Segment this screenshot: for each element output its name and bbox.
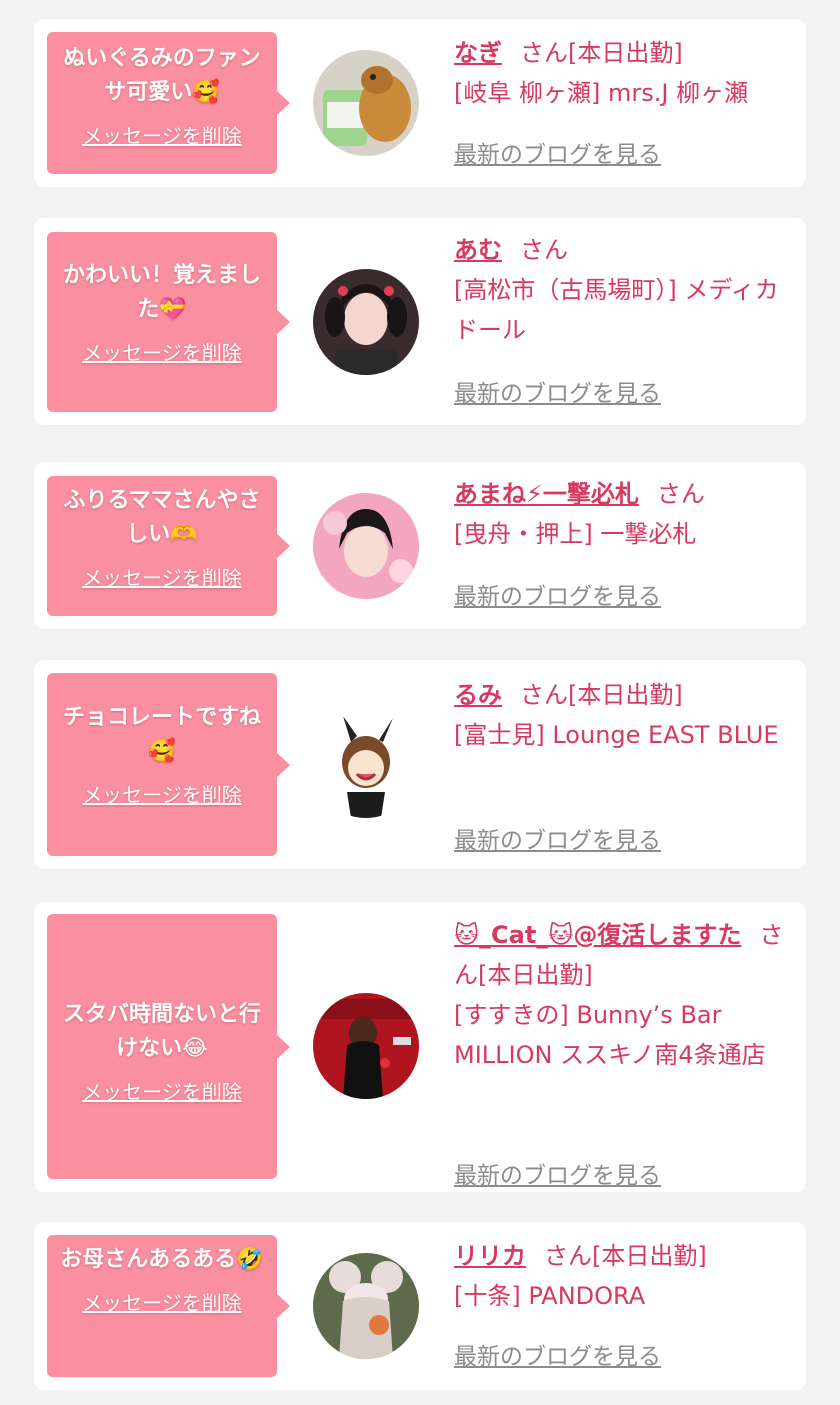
- honorific: さん: [544, 1242, 592, 1270]
- cast-name-link[interactable]: 🐱_Cat_🐱@復活しますた: [454, 921, 741, 949]
- cast-name-link[interactable]: なぎ: [454, 39, 502, 67]
- cast-info: リリカ さん[本日出勤] [十条] PANDORA 最新のブログを見る: [454, 1236, 790, 1370]
- cast-name-link[interactable]: あまね⚡一撃必札: [454, 480, 639, 508]
- honorific: さん: [520, 681, 568, 709]
- shop-name: [富士見] Lounge EAST BLUE: [454, 721, 779, 749]
- shop-name: [すすきの] Bunny’s Bar MILLION ススキノ南4条通店: [454, 1001, 766, 1069]
- shop-name: [高松市（古馬場町）] メディカドール: [454, 276, 779, 344]
- message-text: チョコレートですね🥰: [62, 705, 261, 764]
- latest-blog-link[interactable]: 最新のブログを見る: [454, 1156, 661, 1190]
- avatar[interactable]: [313, 269, 419, 375]
- cast-name-link[interactable]: あむ: [454, 236, 502, 264]
- girl-pigtails-photo-icon: [313, 269, 419, 375]
- message-bubble: お母さんあるある🤣 メッセージを削除: [47, 1235, 290, 1377]
- avatar[interactable]: [313, 493, 419, 599]
- cast-name-link[interactable]: リリカ: [454, 1242, 526, 1270]
- message-text: かわいい！覚えました💝: [62, 263, 261, 322]
- honorific: さん: [656, 480, 705, 508]
- message-card: お母さんあるある🤣 メッセージを削除 リリカ さん[本日出勤] [十条] PAND…: [34, 1222, 806, 1390]
- latest-blog-link[interactable]: 最新のブログを見る: [454, 374, 661, 408]
- cast-info: 🐱_Cat_🐱@復活しますた さん[本日出勤] [すすきの] Bunny’s Ba…: [454, 915, 790, 1189]
- message-bubble: チョコレートですね🥰 メッセージを削除: [47, 673, 290, 856]
- attendance-status: [本日出勤]: [592, 1242, 707, 1270]
- message-bubble: ぬいぐるみのファンサ可愛い🥰 メッセージを削除: [47, 32, 290, 174]
- message-bubble: ふりるママさんやさしい🫶 メッセージを削除: [47, 476, 290, 616]
- delete-message-link[interactable]: メッセージを削除: [57, 562, 267, 591]
- shop-name: [岐阜 柳ヶ瀬] mrs.J 柳ヶ瀬: [454, 79, 749, 107]
- attendance-status: [本日出勤]: [568, 681, 683, 709]
- attendance-status: [本日出勤]: [478, 961, 593, 989]
- bunny-girl-illustration-icon: [313, 712, 419, 818]
- message-card: ふりるママさんやさしい🫶 メッセージを削除 あまね⚡一撃必札 さん [曳舟・押上]…: [34, 462, 806, 629]
- cast-info: あまね⚡一撃必札 さん [曳舟・押上] 一撃必札 最新のブログを見る: [454, 474, 790, 610]
- delete-message-link[interactable]: メッセージを削除: [57, 1287, 267, 1316]
- message-bubble: かわいい！覚えました💝 メッセージを削除: [47, 232, 290, 412]
- avatar[interactable]: [313, 712, 419, 818]
- avatar[interactable]: [313, 1253, 419, 1359]
- cast-info: るみ さん[本日出勤] [富士見] Lounge EAST BLUE 最新のブログ…: [454, 675, 790, 854]
- latest-blog-link[interactable]: 最新のブログを見る: [454, 577, 661, 611]
- message-text: ぬいぐるみのファンサ可愛い🥰: [63, 46, 261, 105]
- delete-message-link[interactable]: メッセージを削除: [57, 779, 267, 808]
- attendance-status: [本日出勤]: [568, 39, 683, 67]
- shop-name: [曳舟・押上] 一撃必札: [454, 520, 697, 548]
- honorific: さん: [520, 236, 568, 264]
- honorific: さん: [520, 39, 568, 67]
- message-card: ぬいぐるみのファンサ可愛い🥰 メッセージを削除 なぎ さん[本日出勤] [岐阜 柳…: [34, 19, 806, 187]
- latest-blog-link[interactable]: 最新のブログを見る: [454, 1337, 661, 1371]
- shop-name: [十条] PANDORA: [454, 1282, 646, 1310]
- delete-message-link[interactable]: メッセージを削除: [57, 120, 267, 149]
- message-text: スタバ時間ないと行けない😂: [62, 1002, 261, 1061]
- mouse-ears-photo-icon: [313, 1253, 419, 1359]
- cast-name-link[interactable]: るみ: [454, 681, 502, 709]
- red-bar-photo-icon: [313, 993, 419, 1099]
- message-text: ふりるママさんやさしい🫶: [63, 488, 261, 547]
- message-list: ぬいぐるみのファンサ可愛い🥰 メッセージを削除 なぎ さん[本日出勤] [岐阜 柳…: [0, 0, 840, 1405]
- delete-message-link[interactable]: メッセージを削除: [57, 1076, 267, 1105]
- avatar[interactable]: [313, 50, 419, 156]
- message-card: チョコレートですね🥰 メッセージを削除 るみ さん[本日出勤] [富士見] Lou…: [34, 660, 806, 869]
- cast-info: なぎ さん[本日出勤] [岐阜 柳ヶ瀬] mrs.J 柳ヶ瀬 最新のブログを見る: [454, 33, 790, 168]
- message-bubble: スタバ時間ないと行けない😂 メッセージを削除: [47, 914, 290, 1179]
- girl-pink-photo-icon: [313, 493, 419, 599]
- message-text: お母さんあるある🤣: [60, 1247, 264, 1272]
- message-card: かわいい！覚えました💝 メッセージを削除 あむ さん [高松市（古馬場町）] メデ…: [34, 218, 806, 425]
- cast-info: あむ さん [高松市（古馬場町）] メディカドール 最新のブログを見る: [454, 230, 790, 407]
- message-card: スタバ時間ないと行けない😂 メッセージを削除 🐱_Cat_🐱@復活しますた さん[…: [34, 902, 806, 1192]
- latest-blog-link[interactable]: 最新のブログを見る: [454, 821, 661, 855]
- latest-blog-link[interactable]: 最新のブログを見る: [454, 135, 661, 169]
- avatar[interactable]: [313, 993, 419, 1099]
- dog-plush-photo-icon: [313, 50, 419, 156]
- delete-message-link[interactable]: メッセージを削除: [57, 337, 267, 366]
